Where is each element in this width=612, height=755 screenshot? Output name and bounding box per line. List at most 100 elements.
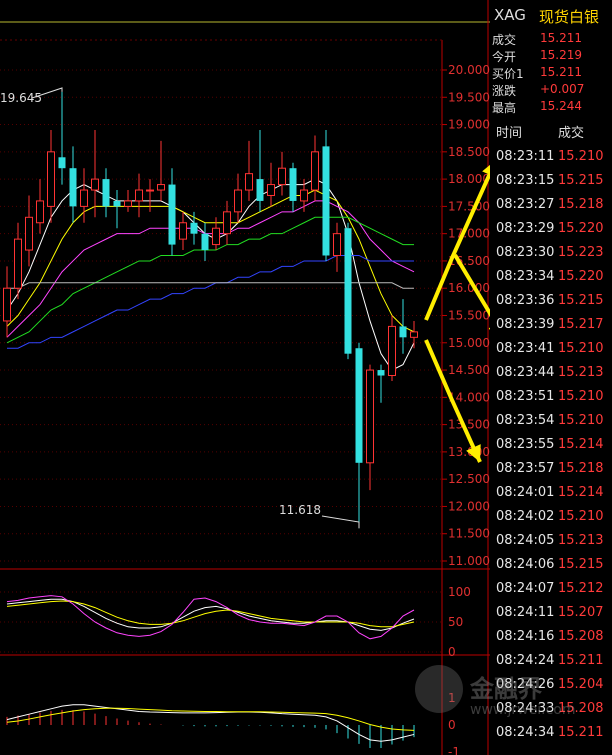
candle-body xyxy=(300,189,308,202)
tick-time: 08:23:44 xyxy=(496,365,555,380)
candle-body xyxy=(47,151,55,207)
tick-row: 08:23:36 15.215 xyxy=(490,290,612,313)
tick-price: 15.218 xyxy=(558,197,604,212)
tick-price: 15.210 xyxy=(558,341,604,356)
candle-body xyxy=(223,211,231,235)
quote-row: 今开 15.219 xyxy=(490,47,612,64)
tick-price: 15.218 xyxy=(558,461,604,476)
price-tick-label: 13.500 xyxy=(448,418,490,432)
tick-time: 08:23:11 xyxy=(496,149,555,164)
tick-time: 08:24:05 xyxy=(496,533,555,548)
price-tick-label: 19.500 xyxy=(448,90,490,104)
quote-label: 买价1 xyxy=(492,67,524,81)
tick-price: 15.210 xyxy=(558,413,604,428)
watermark-url: www.jrwei.com xyxy=(470,702,576,718)
candle-body xyxy=(410,331,418,338)
tick-time: 08:24:06 xyxy=(496,557,555,572)
oscillator-line xyxy=(6,600,415,628)
candle-body xyxy=(344,228,352,354)
candle-body xyxy=(14,238,22,289)
tick-row: 08:23:41 15.210 xyxy=(490,338,612,361)
tick-time: 08:23:54 xyxy=(496,413,555,428)
tick-price: 15.208 xyxy=(558,629,604,644)
price-tick-label: 15.500 xyxy=(448,309,490,323)
tick-row: 08:23:39 15.217 xyxy=(490,314,612,337)
tick-time: 08:24:11 xyxy=(496,605,555,620)
low-label: 11.618 xyxy=(279,503,321,517)
candle-body xyxy=(399,326,407,338)
candle-body xyxy=(322,146,330,256)
low-leader-line xyxy=(321,515,360,529)
tick-row: 08:24:02 15.210 xyxy=(490,506,612,529)
candle-body xyxy=(179,222,187,240)
tick-time: 08:24:02 xyxy=(496,509,555,524)
tick-row: 08:23:29 15.220 xyxy=(490,218,612,241)
tick-row: 08:23:57 15.218 xyxy=(490,458,612,481)
tick-row: 08:23:27 15.218 xyxy=(490,194,612,217)
candle-body xyxy=(168,184,176,245)
tick-price: 15.212 xyxy=(558,581,604,596)
quote-label: 成交 xyxy=(492,33,517,47)
tick-time: 08:23:57 xyxy=(496,461,555,476)
candle-body xyxy=(355,348,363,463)
symbol-code: XAG xyxy=(494,6,526,24)
tick-price: 15.211 xyxy=(558,725,604,740)
candle-body xyxy=(267,184,275,196)
candle-body xyxy=(256,179,264,201)
tick-row: 08:23:51 15.210 xyxy=(490,386,612,409)
price-tick-label: 11.000 xyxy=(448,554,490,568)
candle-body xyxy=(190,222,198,234)
symbol-name: 现货白银 xyxy=(539,8,600,26)
macd-line xyxy=(6,707,415,731)
candle-body xyxy=(80,189,88,207)
tick-price: 15.215 xyxy=(558,173,604,188)
candle-body xyxy=(91,178,99,191)
quote-header: XAG 现货白银 xyxy=(490,0,612,28)
candle-body xyxy=(245,173,253,191)
tick-row: 08:24:11 15.207 xyxy=(490,602,612,625)
price-tick-label: 17.000 xyxy=(448,227,490,241)
tick-row: 08:23:15 15.215 xyxy=(490,170,612,193)
price-tick-label: 12.500 xyxy=(448,472,490,486)
tick-time: 08:23:36 xyxy=(496,293,555,308)
price-tick-label: 16.000 xyxy=(448,281,490,295)
tick-row: 08:23:34 15.220 xyxy=(490,266,612,289)
macd-line xyxy=(6,704,415,742)
candle-body xyxy=(366,369,374,464)
ticks-header-price: 成交 xyxy=(558,126,585,141)
quote-value: 15.244 xyxy=(540,99,582,113)
tick-time: 08:23:15 xyxy=(496,173,555,188)
candle-body xyxy=(333,233,341,256)
candle-body xyxy=(36,200,44,224)
ma-line xyxy=(7,254,414,349)
tick-price: 15.214 xyxy=(558,437,604,452)
osc-tick-label: 0 xyxy=(448,645,456,659)
tick-row: 08:23:44 15.213 xyxy=(490,362,612,385)
candle-body xyxy=(69,168,77,207)
tick-price: 15.215 xyxy=(558,557,604,572)
ma-line xyxy=(6,200,415,338)
candle-body xyxy=(113,200,121,207)
tick-time: 08:23:29 xyxy=(496,221,555,236)
price-tick-label: 19.000 xyxy=(448,118,490,132)
quote-row: 涨跌 +0.007 xyxy=(490,81,612,98)
candle-body xyxy=(58,157,66,169)
candle-body xyxy=(289,168,297,201)
oscillator-line xyxy=(6,598,415,631)
tick-price: 15.223 xyxy=(558,245,604,260)
high-label: 19.645 xyxy=(0,91,42,105)
watermark: 金融界 www.jrwei.com xyxy=(415,665,595,725)
tick-row: 08:24:16 15.208 xyxy=(490,626,612,649)
quote-row: 最高 15.244 xyxy=(490,98,612,115)
osc-tick-label: 100 xyxy=(448,585,471,599)
quote-value: 15.211 xyxy=(540,31,582,45)
price-tick-label: 17.500 xyxy=(448,199,490,213)
price-tick-label: 18.500 xyxy=(448,145,490,159)
candle-body xyxy=(157,184,165,191)
price-chart[interactable]: 20.00019.50019.00018.50018.00017.50017.0… xyxy=(0,0,490,755)
price-tick-label: 14.500 xyxy=(448,363,490,377)
price-tick-label: 15.000 xyxy=(448,336,490,350)
price-tick-label: 20.000 xyxy=(448,63,490,77)
tick-price: 15.213 xyxy=(558,533,604,548)
tick-row: 08:24:07 15.212 xyxy=(490,578,612,601)
